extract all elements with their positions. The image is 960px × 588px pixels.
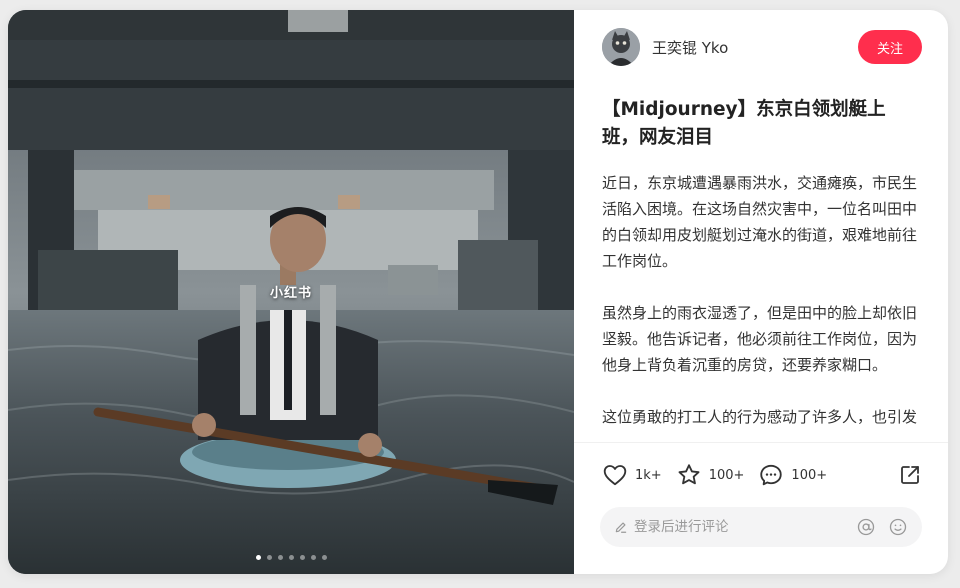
author-name[interactable]: 王奕锟 Yko	[652, 37, 858, 58]
star-icon	[678, 464, 700, 485]
emoji-icon[interactable]	[888, 517, 908, 537]
comment-box[interactable]	[600, 507, 922, 547]
like-button[interactable]: 1k+	[602, 462, 662, 488]
follow-button[interactable]: 关注	[858, 30, 922, 64]
carousel-indicator	[8, 555, 574, 560]
engagement-footer: 1k+ 100+ 100+	[574, 442, 948, 574]
watermark-logo: 小红书	[270, 286, 313, 301]
pencil-icon	[615, 522, 627, 533]
at-icon[interactable]	[856, 517, 876, 537]
carousel-dot[interactable]	[277, 555, 283, 560]
action-bar: 1k+ 100+ 100+	[574, 443, 948, 507]
note-paragraph: 虽然身上的雨衣湿透了，但是田中的脸上却依旧坚毅。他告诉记者，他必须前往工作岗位，…	[602, 304, 918, 374]
note-paragraph: 近日，东京城遭遇暴雨洪水，交通瘫痪，市民生活陷入困境。在这场自然灾害中，一位名叫…	[602, 174, 918, 270]
carousel-dot[interactable]	[299, 555, 305, 560]
note-title: 【Midjourney】东京白领划艇上班，网友泪目	[602, 99, 886, 148]
note-detail-panel: 王奕锟 Yko 关注 【Midjourney】东京白领划艇上班，网友泪目 近日，…	[574, 10, 948, 574]
like-count: 1k+	[635, 467, 662, 483]
note-paragraph: 这位勇敢的打工人的行为感动了许多人，也引发	[602, 408, 918, 426]
carousel-dot[interactable]	[255, 555, 261, 560]
collect-button[interactable]: 100+	[676, 462, 745, 488]
share-icon	[901, 466, 919, 484]
carousel-dot[interactable]	[288, 555, 294, 560]
collect-count: 100+	[708, 467, 745, 483]
carousel-dot[interactable]	[266, 555, 272, 560]
comment-button[interactable]: 100+	[758, 462, 827, 488]
share-button[interactable]	[898, 463, 922, 487]
comment-input[interactable]	[634, 519, 844, 535]
comment-bubble-icon	[760, 464, 783, 486]
heart-icon	[603, 465, 627, 486]
carousel-dot[interactable]	[310, 555, 316, 560]
note-card: 小红书 王奕锟 Yko 关注 【Midjourney】东京白领划艇上班，网友泪目…	[8, 10, 948, 574]
carousel-dot[interactable]	[321, 555, 327, 560]
author-bar: 王奕锟 Yko 关注	[574, 10, 948, 84]
photo-carousel[interactable]: 小红书	[8, 10, 574, 574]
note-content: 【Midjourney】东京白领划艇上班，网友泪目 近日，东京城遭遇暴雨洪水，交…	[574, 84, 948, 442]
comment-count: 100+	[791, 467, 828, 483]
avatar[interactable]	[602, 28, 640, 66]
